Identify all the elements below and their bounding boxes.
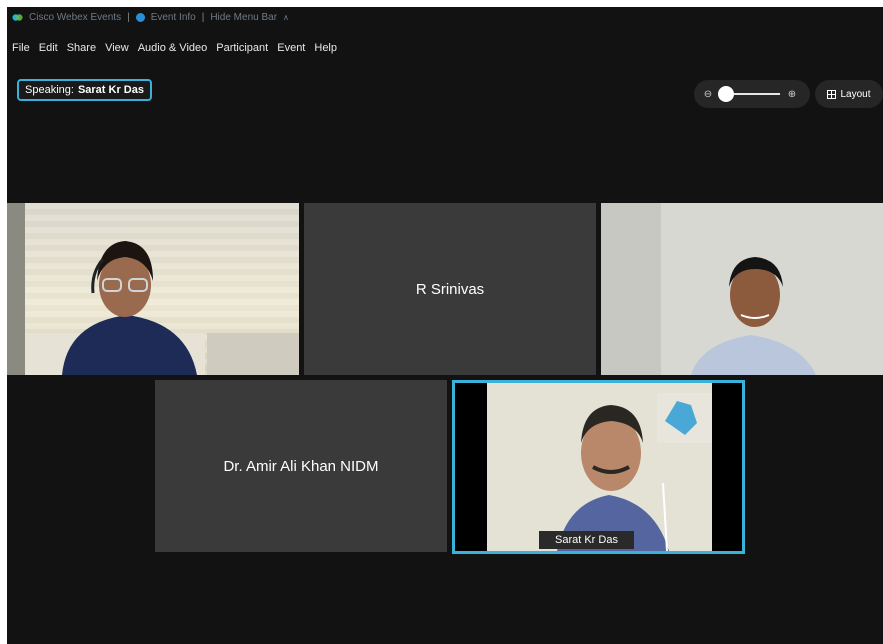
- hide-menu-bar-button[interactable]: Hide Menu Bar: [210, 12, 277, 23]
- menu-help[interactable]: Help: [314, 42, 337, 54]
- chevron-up-icon[interactable]: ∧: [283, 13, 289, 22]
- menu-bar: File Edit Share View Audio & Video Parti…: [7, 39, 883, 57]
- menu-event[interactable]: Event: [277, 42, 305, 54]
- title-separator-2: |: [201, 11, 205, 23]
- video-tile-active-speaker[interactable]: Sarat Kr Das: [452, 380, 745, 554]
- webex-logo-icon: [12, 13, 23, 21]
- menu-file[interactable]: File: [12, 42, 30, 54]
- speaking-prefix: Speaking:: [25, 84, 74, 96]
- layout-button[interactable]: Layout: [815, 80, 883, 108]
- participant-1-video: [7, 203, 299, 375]
- video-tile-participant-3[interactable]: [601, 203, 883, 375]
- speaking-name: Sarat Kr Das: [77, 84, 144, 96]
- video-tile-r-srinivas[interactable]: R Srinivas: [304, 203, 596, 375]
- active-speaker-badge: Speaking: Sarat Kr Das: [17, 79, 152, 101]
- menu-view[interactable]: View: [105, 42, 129, 54]
- menu-share[interactable]: Share: [67, 42, 96, 54]
- video-tile-participant-1[interactable]: [7, 203, 299, 375]
- title-bar: Cisco Webex Events | Event Info | Hide M…: [7, 7, 883, 27]
- zoom-out-icon[interactable]: ⊖: [702, 89, 714, 100]
- title-separator: |: [127, 11, 130, 23]
- participant-3-video: [601, 203, 883, 375]
- menu-edit[interactable]: Edit: [39, 42, 58, 54]
- zoom-in-icon[interactable]: ⊕: [786, 89, 798, 100]
- app-name: Cisco Webex Events: [29, 11, 122, 23]
- menu-audio-video[interactable]: Audio & Video: [138, 42, 208, 54]
- zoom-slider[interactable]: [718, 86, 780, 102]
- event-info-link[interactable]: Event Info: [151, 12, 196, 23]
- zoom-control: ⊖ ⊕: [694, 80, 810, 108]
- active-speaker-video: [487, 383, 712, 551]
- video-tile-amir-ali-khan[interactable]: Dr. Amir Ali Khan NIDM: [155, 380, 447, 552]
- grid-layout-icon: [827, 89, 837, 99]
- speaker-name-text: Sarat Kr Das: [555, 534, 618, 546]
- zoom-slider-thumb[interactable]: [718, 86, 734, 102]
- layout-label: Layout: [840, 88, 871, 100]
- menu-participant[interactable]: Participant: [216, 42, 268, 54]
- participant-name: Dr. Amir Ali Khan NIDM: [223, 457, 379, 475]
- speaker-name-label: Sarat Kr Das: [539, 531, 634, 549]
- webex-window: Cisco Webex Events | Event Info | Hide M…: [7, 7, 883, 644]
- participant-name: R Srinivas: [415, 280, 485, 298]
- sarat-kr-das-video: [487, 383, 712, 551]
- event-info-icon[interactable]: [135, 12, 145, 22]
